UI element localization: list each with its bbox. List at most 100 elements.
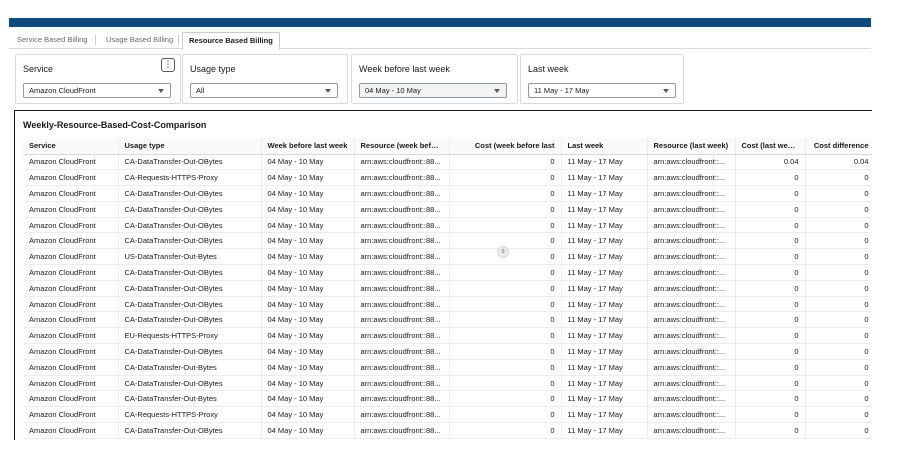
table-row[interactable]: Amazon CloudFront CA-DataTransfer-Out-OBy… <box>23 343 872 360</box>
column-header-resource-last-week[interactable]: Resource (last week) <box>647 138 736 155</box>
column-header-last-week[interactable]: Last week <box>561 138 648 155</box>
week-before-last-label: Week before last week <box>359 64 450 74</box>
cost-comparison-table: Service Usage type Week before last week… <box>23 138 872 439</box>
cell-cost-week-before: 0 <box>449 185 562 202</box>
table-row[interactable]: Amazon CloudFront CA-Requests-HTTPS-Proxy… <box>23 169 872 187</box>
service-select[interactable]: Amazon CloudFront <box>23 83 171 98</box>
column-header-resource-week-before[interactable]: Resource (week befor... <box>354 138 450 155</box>
service-control: Service ⋮ Amazon CloudFront <box>15 54 181 104</box>
cell-cost-last-week: 0 <box>735 169 806 187</box>
last-week-select[interactable]: 11 May - 17 May <box>528 83 676 98</box>
cell-resource-last-week: arn:aws:cloudfront::... <box>647 343 736 360</box>
cell-last-week: 11 May - 17 May <box>561 327 648 345</box>
cell-resource-week-before: arn:aws:cloudfront::88... <box>354 217 450 234</box>
cell-cost-last-week: 0 <box>735 280 806 297</box>
cell-cost-difference: 0 <box>805 390 872 408</box>
cell-week-before-last: 04 May - 10 May <box>261 422 355 439</box>
cell-service: Amazon CloudFront <box>23 311 119 329</box>
table-row[interactable]: Amazon CloudFront CA-Requests-HTTPS-Proxy… <box>23 406 872 424</box>
table-row[interactable]: Amazon CloudFront EU-Requests-HTTPS-Proxy… <box>23 327 872 345</box>
cell-last-week: 11 May - 17 May <box>561 359 648 376</box>
cell-resource-week-before: arn:aws:cloudfront::88... <box>354 296 450 313</box>
cell-resource-week-before: arn:aws:cloudfront::88... <box>354 390 450 408</box>
cell-last-week: 11 May - 17 May <box>561 422 648 439</box>
tab-resource-based-billing[interactable]: Resource Based Billing <box>182 32 280 50</box>
cell-cost-difference: 0 <box>805 169 872 187</box>
column-header-service[interactable]: Service <box>23 138 119 155</box>
table-row[interactable]: Amazon CloudFront CA-DataTransfer-Out-OBy… <box>23 280 872 297</box>
cell-service: Amazon CloudFront <box>23 327 119 345</box>
cell-cost-week-before: 0 <box>449 390 562 408</box>
table-row[interactable]: Amazon CloudFront CA-DataTransfer-Out-OBy… <box>23 311 872 329</box>
cell-usage-type: CA-DataTransfer-Out-OBytes <box>118 264 262 281</box>
cell-service: Amazon CloudFront <box>23 422 119 439</box>
usage-type-label: Usage type <box>190 64 236 74</box>
cell-resource-last-week: arn:aws:cloudfront::... <box>647 280 736 297</box>
table-row[interactable]: Amazon CloudFront CA-DataTransfer-Out-OBy… <box>23 201 872 218</box>
cell-service: Amazon CloudFront <box>23 185 119 202</box>
scroll-indicator[interactable]: 0 <box>497 246 509 258</box>
chevron-down-icon <box>663 89 669 93</box>
cell-cost-last-week: 0 <box>735 327 806 345</box>
table-row[interactable]: Amazon CloudFront CA-DataTransfer-Out-OBy… <box>23 296 872 313</box>
cell-service: Amazon CloudFront <box>23 232 119 250</box>
top-header-bar <box>9 18 871 27</box>
cell-cost-week-before: 0 <box>449 422 562 439</box>
cell-usage-type: CA-DataTransfer-Out-OBytes <box>118 201 262 218</box>
column-header-cost-week-before[interactable]: Cost (week before last <box>449 138 562 155</box>
chevron-down-icon <box>325 89 331 93</box>
cell-resource-last-week: arn:aws:cloudfront::... <box>647 311 736 329</box>
cell-cost-week-before: 0 <box>449 217 562 234</box>
cell-cost-week-before: 0 <box>449 327 562 345</box>
cell-cost-last-week: 0 <box>735 343 806 360</box>
usage-type-select-value: All <box>196 86 205 95</box>
table-row[interactable]: Amazon CloudFront CA-DataTransfer-Out-OBy… <box>23 422 872 439</box>
cell-week-before-last: 04 May - 10 May <box>261 311 355 329</box>
cell-week-before-last: 04 May - 10 May <box>261 359 355 376</box>
cell-cost-week-before: 0 <box>449 264 562 281</box>
chevron-down-icon <box>158 89 164 93</box>
cell-resource-week-before: arn:aws:cloudfront::88... <box>354 264 450 281</box>
cell-cost-difference: 0 <box>805 296 872 313</box>
more-options-icon[interactable]: ⋮ <box>161 58 175 72</box>
last-week-select-value: 11 May - 17 May <box>534 86 590 95</box>
table-row[interactable]: Amazon CloudFront CA-DataTransfer-Out-OBy… <box>23 217 872 234</box>
cell-cost-last-week: 0 <box>735 232 806 250</box>
cell-last-week: 11 May - 17 May <box>561 390 648 408</box>
table-row[interactable]: Amazon CloudFront CA-DataTransfer-Out-OBy… <box>23 185 872 202</box>
table-row[interactable]: Amazon CloudFront CA-DataTransfer-Out-OBy… <box>23 154 872 171</box>
cell-resource-week-before: arn:aws:cloudfront::88... <box>354 359 450 376</box>
table-row[interactable]: Amazon CloudFront US-DataTransfer-Out-Byt… <box>23 248 872 266</box>
table-row[interactable]: Amazon CloudFront CA-DataTransfer-Out-Byt… <box>23 390 872 408</box>
week-before-last-select[interactable]: 04 May - 10 May <box>359 83 507 98</box>
tab-service-based-billing[interactable]: Service Based Billing <box>15 32 89 49</box>
cell-usage-type: CA-Requests-HTTPS-Proxy <box>118 406 262 424</box>
table-row[interactable]: Amazon CloudFront CA-DataTransfer-Out-OBy… <box>23 264 872 281</box>
cell-cost-last-week: 0 <box>735 359 806 376</box>
table-row[interactable]: Amazon CloudFront CA-DataTransfer-Out-OBy… <box>23 232 872 250</box>
table-row[interactable]: Amazon CloudFront CA-DataTransfer-Out-Byt… <box>23 359 872 376</box>
table-body: Amazon CloudFront CA-DataTransfer-Out-OBy… <box>23 154 872 439</box>
cell-cost-difference: 0 <box>805 201 872 218</box>
cell-last-week: 11 May - 17 May <box>561 343 648 360</box>
tab-usage-based-billing[interactable]: Usage Based Billing <box>104 32 175 49</box>
cell-resource-last-week: arn:aws:cloudfront::... <box>647 232 736 250</box>
cell-cost-difference: 0 <box>805 280 872 297</box>
column-header-usage-type[interactable]: Usage type <box>118 138 262 155</box>
cell-resource-last-week: arn:aws:cloudfront::... <box>647 422 736 439</box>
last-week-label: Last week <box>528 64 569 74</box>
cell-cost-week-before: 0 <box>449 280 562 297</box>
cell-last-week: 11 May - 17 May <box>561 248 648 266</box>
cell-cost-last-week: 0 <box>735 406 806 424</box>
usage-type-select[interactable]: All <box>190 83 338 98</box>
column-header-cost-difference[interactable]: Cost difference <box>805 138 872 155</box>
cell-cost-week-before: 0 <box>449 201 562 218</box>
table-row[interactable]: Amazon CloudFront CA-DataTransfer-Out-OBy… <box>23 375 872 392</box>
cell-resource-week-before: arn:aws:cloudfront::88... <box>354 422 450 439</box>
column-header-week-before-last[interactable]: Week before last week <box>261 138 355 155</box>
column-header-cost-last-week[interactable]: Cost (last week) <box>735 138 806 155</box>
cell-usage-type: CA-DataTransfer-Out-OBytes <box>118 311 262 329</box>
cell-service: Amazon CloudFront <box>23 296 119 313</box>
cell-service: Amazon CloudFront <box>23 154 119 171</box>
cell-resource-last-week: arn:aws:cloudfront::... <box>647 264 736 281</box>
